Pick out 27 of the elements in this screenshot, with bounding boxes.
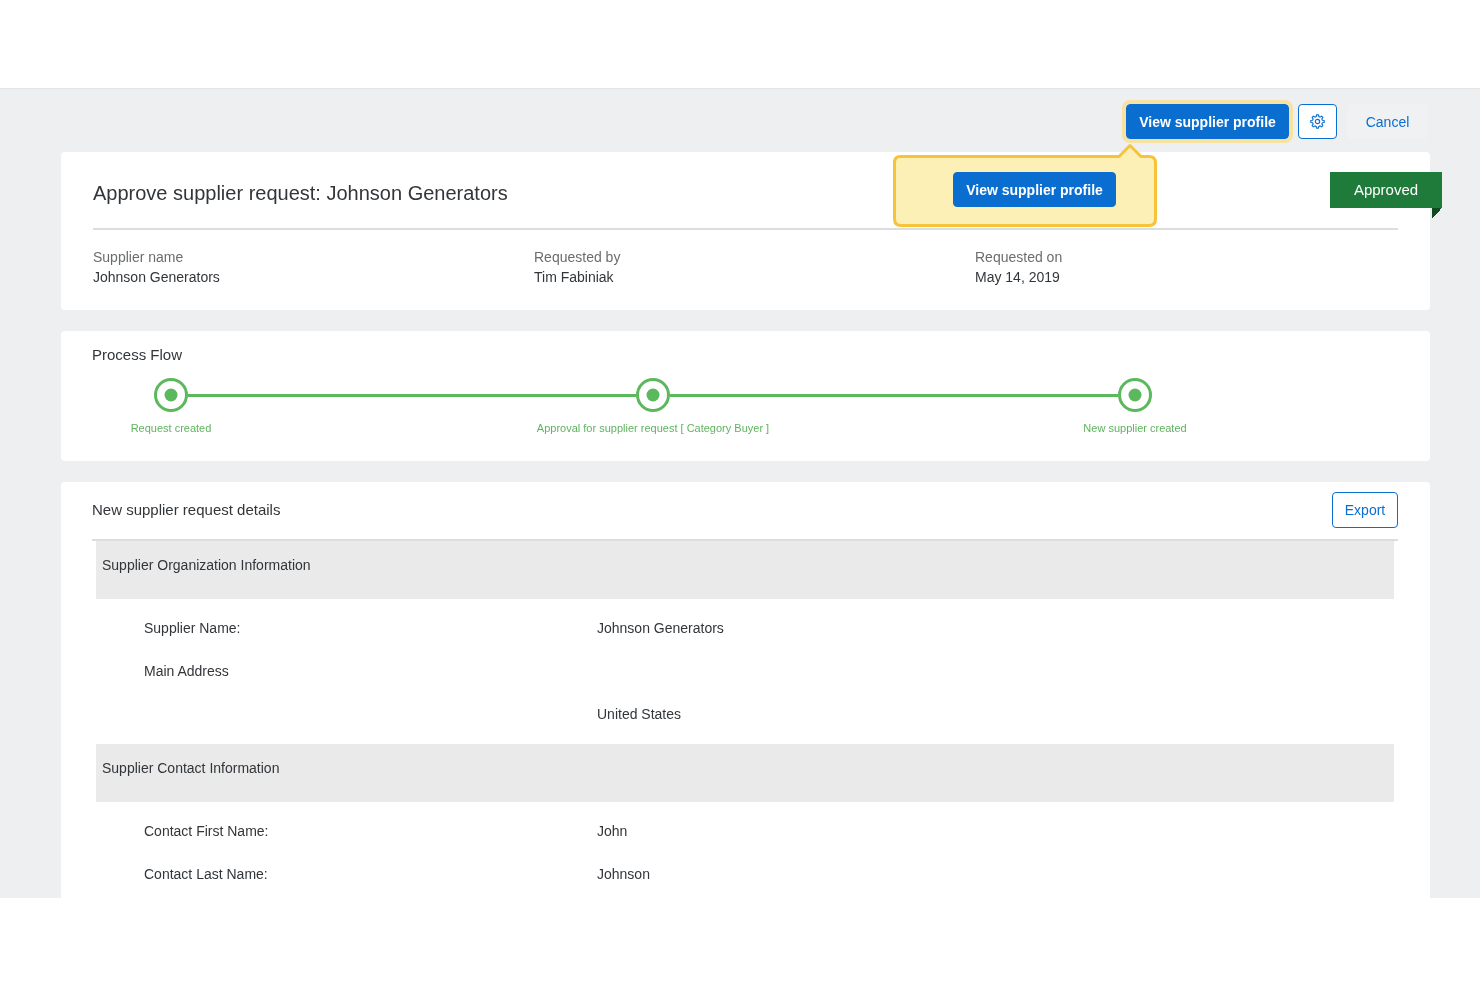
- field-label: Supplier name: [93, 248, 184, 266]
- row-value: John: [597, 821, 628, 840]
- row-label: Contact First Name:: [144, 821, 269, 840]
- section-title: New supplier request details: [92, 501, 281, 519]
- row-label: Contact Last Name:: [144, 864, 268, 883]
- step-label: New supplier created: [1083, 421, 1187, 435]
- group-title: Supplier Organization Information: [102, 556, 311, 574]
- field-value: Tim Fabiniak: [534, 268, 614, 286]
- page-title: Approve supplier request: Johnson Generators: [93, 181, 508, 205]
- row-value: Johnson: [597, 864, 650, 883]
- row-value: United States: [597, 704, 682, 723]
- field-label: Requested by: [534, 248, 621, 266]
- row-value: Johnson Generators: [597, 618, 724, 637]
- view-profile-button[interactable]: View supplier profile: [953, 172, 1116, 207]
- section-title: Process Flow: [92, 346, 183, 364]
- field-label: Requested on: [975, 248, 1063, 266]
- group-title: Supplier Contact Information: [102, 759, 280, 777]
- settings-icon: [1310, 114, 1325, 129]
- step-label: Approval for supplier request [ Category Buyer ]: [536, 421, 770, 435]
- field-value: May 14, 2019: [975, 268, 1060, 286]
- field-value: Johnson Generators: [93, 268, 220, 286]
- step-label: Request created: [130, 421, 212, 435]
- row-label: Main Address: [144, 661, 229, 680]
- export-button[interactable]: Export: [1332, 492, 1398, 528]
- status-badge: Approved: [1330, 172, 1442, 218]
- settings-button[interactable]: [1298, 104, 1337, 139]
- row-label: Supplier Name:: [144, 618, 241, 637]
